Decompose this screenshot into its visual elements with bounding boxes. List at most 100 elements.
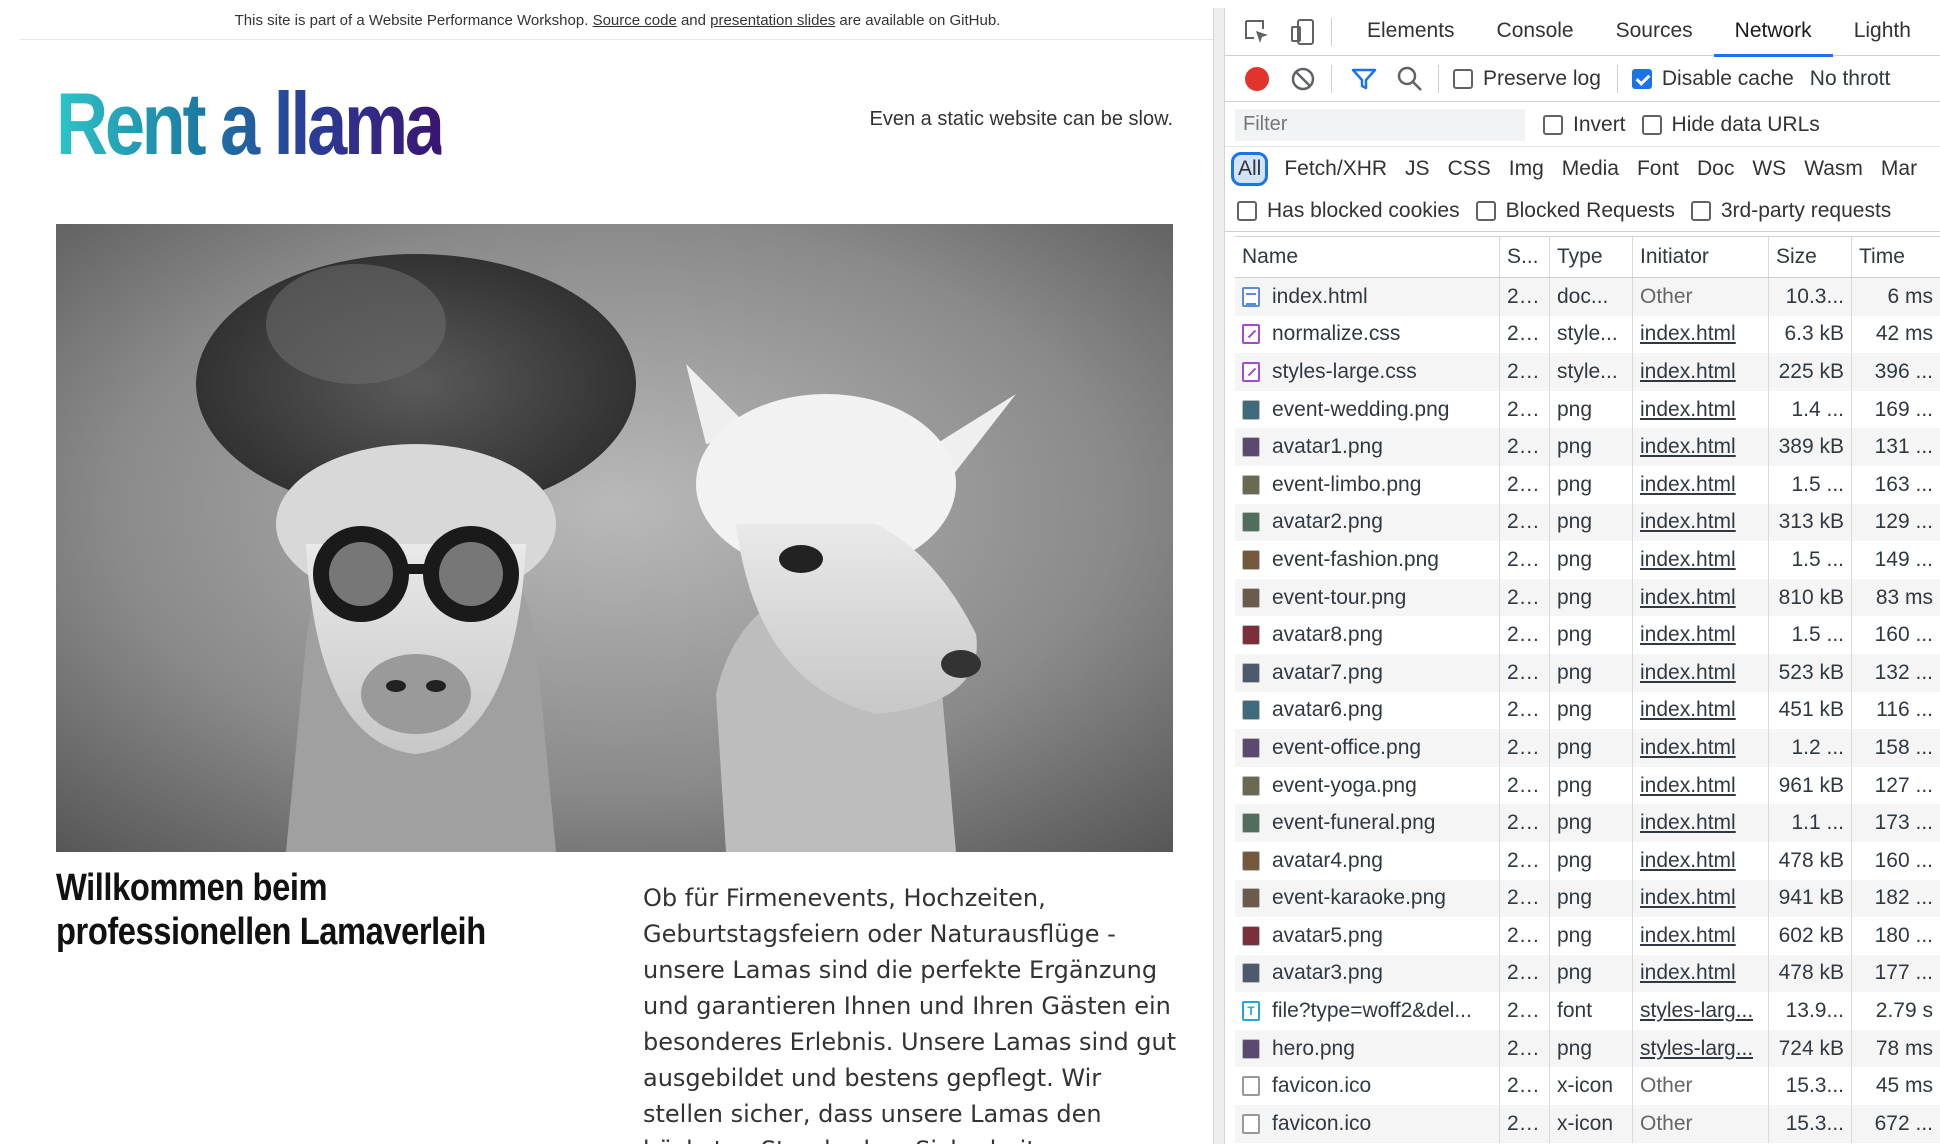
table-row[interactable]: event-fashion.png 200 png index.html 1.5 ...… xyxy=(1235,541,1940,579)
preserve-log-box[interactable] xyxy=(1453,68,1473,89)
table-row[interactable]: event-karaoke.png 200 png index.html 941 kB 1… xyxy=(1235,879,1940,918)
third-party-requests-checkbox[interactable]: 3rd-party requests xyxy=(1690,199,1891,223)
type-filter-wasm[interactable]: Wasm xyxy=(1796,152,1871,186)
table-row[interactable]: Tfile?type=woff2&del... 200 font styles-lar… xyxy=(1235,992,1940,1030)
tab-lighthouse[interactable]: Lighth xyxy=(1833,8,1932,56)
table-row[interactable]: favicon.ico 200 x-icon Other 15.3... 672 ... xyxy=(1235,1105,1940,1143)
tab-network[interactable]: Network xyxy=(1713,8,1833,57)
request-name-cell[interactable]: avatar3.png xyxy=(1235,954,1500,993)
type-filter-css[interactable]: CSS xyxy=(1440,152,1499,186)
table-row[interactable]: styles-large.css 200 style... index.html 225… xyxy=(1235,353,1940,391)
table-row[interactable]: event-tour.png 200 png index.html 810 kB 83 m… xyxy=(1235,578,1940,617)
tab-sources[interactable]: Sources xyxy=(1595,8,1714,56)
search-icon[interactable] xyxy=(1396,65,1424,93)
initiator-link[interactable]: index.html xyxy=(1633,390,1769,429)
invert-checkbox[interactable]: Invert xyxy=(1543,113,1626,137)
request-name-cell[interactable]: avatar7.png xyxy=(1235,653,1500,692)
initiator-link[interactable]: index.html xyxy=(1633,879,1769,918)
column-header-size[interactable]: Size xyxy=(1769,237,1852,277)
has-blocked-cookies-box[interactable] xyxy=(1237,200,1257,221)
throttling-select[interactable]: No thrott xyxy=(1810,67,1891,91)
presentation-slides-link[interactable]: presentation slides xyxy=(710,12,835,29)
initiator-link[interactable]: index.html xyxy=(1633,917,1769,955)
type-filter-img[interactable]: Img xyxy=(1501,152,1552,186)
initiator-link[interactable]: index.html xyxy=(1633,465,1769,504)
table-row[interactable]: avatar6.png 200 png index.html 451 kB 116 ... xyxy=(1235,691,1940,730)
column-header-name[interactable]: Name xyxy=(1235,237,1500,277)
type-filter-doc[interactable]: Doc xyxy=(1689,152,1742,186)
request-name-cell[interactable]: styles-large.css xyxy=(1235,353,1500,391)
request-name-cell[interactable]: hero.png xyxy=(1235,1029,1500,1068)
request-name-cell[interactable]: normalize.css xyxy=(1235,315,1500,354)
request-name-cell[interactable]: avatar5.png xyxy=(1235,917,1500,955)
filter-icon[interactable] xyxy=(1350,65,1378,93)
initiator-link[interactable]: index.html xyxy=(1633,616,1769,654)
request-name-cell[interactable]: event-tour.png xyxy=(1235,578,1500,617)
type-filter-all[interactable]: All xyxy=(1231,152,1269,186)
tab-elements[interactable]: Elements xyxy=(1346,8,1476,56)
initiator-link[interactable]: index.html xyxy=(1633,954,1769,993)
filter-input[interactable] xyxy=(1235,108,1525,141)
table-row[interactable]: event-limbo.png 200 png index.html 1.5 ... 16… xyxy=(1235,465,1940,504)
request-name-cell[interactable]: avatar6.png xyxy=(1235,691,1500,730)
table-row[interactable]: favicon.ico 200 x-icon Other 15.3... 45 ms xyxy=(1235,1067,1940,1106)
table-row[interactable]: event-funeral.png 200 png index.html 1.1 ...… xyxy=(1235,804,1940,842)
type-filter-font[interactable]: Font xyxy=(1629,152,1687,186)
request-name-cell[interactable]: event-office.png xyxy=(1235,729,1500,767)
disable-cache-checkbox[interactable]: Disable cache xyxy=(1631,67,1794,91)
table-row[interactable]: event-wedding.png 200 png index.html 1.4 ...… xyxy=(1235,390,1940,429)
initiator-link[interactable]: index.html xyxy=(1633,653,1769,692)
request-name-cell[interactable]: Tfile?type=woff2&del... xyxy=(1235,992,1500,1030)
clear-icon[interactable] xyxy=(1289,65,1317,93)
table-row[interactable]: avatar4.png 200 png index.html 478 kB 160 ... xyxy=(1235,841,1940,880)
invert-box[interactable] xyxy=(1543,114,1563,135)
blocked-requests-checkbox[interactable]: Blocked Requests xyxy=(1475,199,1675,223)
request-name-cell[interactable]: favicon.ico xyxy=(1235,1067,1500,1106)
initiator-link[interactable]: styles-larg... xyxy=(1633,1029,1769,1068)
request-name-cell[interactable]: avatar1.png xyxy=(1235,428,1500,466)
initiator-link[interactable]: index.html xyxy=(1633,578,1769,617)
device-toolbar-icon[interactable] xyxy=(1289,18,1317,46)
initiator-link[interactable]: index.html xyxy=(1633,353,1769,391)
table-row[interactable]: hero.png 200 png styles-larg... 724 kB 78 ms xyxy=(1235,1029,1940,1068)
table-row[interactable]: avatar2.png 200 png index.html 313 kB 129 ... xyxy=(1235,503,1940,542)
initiator-link[interactable]: index.html xyxy=(1633,691,1769,730)
initiator-link[interactable]: index.html xyxy=(1633,315,1769,354)
inspect-element-icon[interactable] xyxy=(1243,18,1271,46)
table-row[interactable]: avatar7.png 200 png index.html 523 kB 132 ... xyxy=(1235,653,1940,692)
initiator-link[interactable]: index.html xyxy=(1633,766,1769,805)
record-icon[interactable] xyxy=(1243,65,1271,93)
panel-splitter[interactable] xyxy=(1213,8,1225,1144)
has-blocked-cookies-checkbox[interactable]: Has blocked cookies xyxy=(1237,199,1460,223)
column-header-time[interactable]: Time xyxy=(1852,237,1940,277)
column-header-type[interactable]: Type xyxy=(1550,237,1633,277)
initiator-link[interactable]: index.html xyxy=(1633,503,1769,542)
table-row[interactable]: index.html 200 doc... Other 10.3... 6 ms xyxy=(1235,278,1940,316)
request-name-cell[interactable]: event-yoga.png xyxy=(1235,766,1500,805)
type-filter-manifest[interactable]: Mar xyxy=(1873,152,1925,186)
third-party-requests-box[interactable] xyxy=(1690,200,1711,221)
blocked-requests-box[interactable] xyxy=(1475,200,1496,221)
hide-data-urls-checkbox[interactable]: Hide data URLs xyxy=(1641,113,1820,137)
column-header-status[interactable]: S... xyxy=(1500,237,1550,277)
initiator-link[interactable]: index.html xyxy=(1633,428,1769,466)
disable-cache-box[interactable] xyxy=(1631,68,1652,89)
initiator-link[interactable]: index.html xyxy=(1633,729,1769,767)
request-name-cell[interactable]: event-funeral.png xyxy=(1235,804,1500,842)
request-name-cell[interactable]: avatar4.png xyxy=(1235,841,1500,880)
hide-data-urls-box[interactable] xyxy=(1641,114,1662,135)
tab-console[interactable]: Console xyxy=(1476,8,1595,56)
initiator-link[interactable]: index.html xyxy=(1633,541,1769,579)
type-filter-js[interactable]: JS xyxy=(1397,152,1438,186)
site-logo[interactable]: Rent a llama xyxy=(56,76,445,172)
request-name-cell[interactable]: event-limbo.png xyxy=(1235,465,1500,504)
table-row[interactable]: event-office.png 200 png index.html 1.2 ... 1… xyxy=(1235,729,1940,767)
initiator-link[interactable]: styles-larg... xyxy=(1633,992,1769,1030)
source-code-link[interactable]: Source code xyxy=(593,12,677,29)
request-name-cell[interactable]: index.html xyxy=(1235,278,1500,316)
column-header-initiator[interactable]: Initiator xyxy=(1633,237,1769,277)
preserve-log-checkbox[interactable]: Preserve log xyxy=(1453,67,1601,91)
table-row[interactable]: avatar1.png 200 png index.html 389 kB 131 ... xyxy=(1235,428,1940,466)
table-row[interactable]: avatar5.png 200 png index.html 602 kB 180 ... xyxy=(1235,917,1940,955)
table-row[interactable]: avatar3.png 200 png index.html 478 kB 177 ... xyxy=(1235,954,1940,993)
